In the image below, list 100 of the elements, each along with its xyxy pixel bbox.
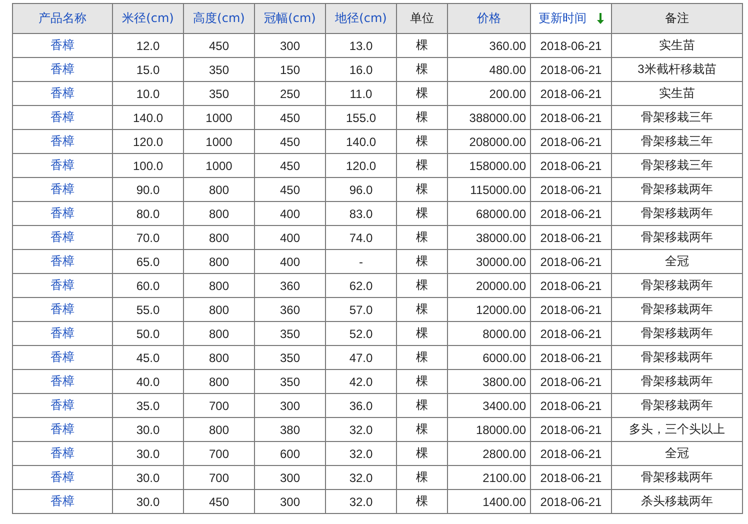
- product-link[interactable]: 香樟: [50, 206, 74, 220]
- product-link[interactable]: 香樟: [50, 326, 74, 340]
- table-cell: 实生苗: [659, 38, 695, 52]
- table-cell: 30.0: [136, 422, 160, 436]
- table-cell: 30000.00: [476, 254, 526, 268]
- table-cell: 36.0: [349, 398, 373, 412]
- table-cell: 2018-06-21: [540, 86, 602, 100]
- product-link[interactable]: 香樟: [50, 398, 74, 412]
- table-cell: 32.0: [349, 446, 373, 460]
- table-cell: 杀头移栽两年: [641, 494, 713, 508]
- sort-link[interactable]: 价格: [477, 11, 501, 25]
- table-cell: 57.0: [349, 302, 373, 316]
- table-cell: 10.0: [136, 86, 160, 100]
- table-cell: 2018-06-21: [540, 278, 602, 292]
- table-cell: 骨架移栽两年: [641, 350, 713, 364]
- table-cell: 2018-06-21: [540, 470, 602, 484]
- product-link[interactable]: 香樟: [50, 446, 74, 460]
- table-cell: 700: [208, 446, 230, 460]
- product-link[interactable]: 香樟: [50, 110, 74, 124]
- table-cell: 2018-06-21: [540, 374, 602, 388]
- table-cell: 棵: [416, 398, 428, 412]
- column-header: 单位: [410, 11, 434, 25]
- table-cell: 380: [280, 422, 300, 436]
- table-cell: 全冠: [665, 446, 689, 460]
- table-cell: 15.0: [136, 62, 160, 76]
- table-cell: 1000: [206, 110, 232, 124]
- table-cell: 棵: [416, 230, 428, 244]
- table-cell: 骨架移栽两年: [641, 302, 713, 316]
- table-cell: 400: [280, 206, 300, 220]
- table-cell: 1000: [206, 158, 232, 172]
- table-cell: 2018-06-21: [540, 350, 602, 364]
- product-link[interactable]: 香樟: [50, 374, 74, 388]
- table-cell: 350: [280, 326, 300, 340]
- table-cell: 棵: [416, 494, 428, 508]
- table-cell: 棵: [416, 158, 428, 172]
- table-cell: 3米截杆移栽苗: [638, 62, 716, 76]
- table-cell: 65.0: [136, 254, 160, 268]
- table-cell: 360: [280, 302, 300, 316]
- table-cell: 2018-06-21: [540, 254, 602, 268]
- table-cell: 250: [280, 86, 300, 100]
- product-link[interactable]: 香樟: [50, 278, 74, 292]
- product-link[interactable]: 香樟: [50, 230, 74, 244]
- table-cell: 1400.00: [482, 494, 526, 508]
- table-cell: 83.0: [349, 206, 373, 220]
- table-cell: 45.0: [136, 350, 160, 364]
- product-link[interactable]: 香樟: [50, 62, 74, 76]
- table-cell: 骨架移栽两年: [641, 206, 713, 220]
- table-cell: 388000.00: [469, 110, 526, 124]
- table-cell: 158000.00: [469, 158, 526, 172]
- table-cell: 全冠: [665, 254, 689, 268]
- table-cell: 实生苗: [659, 86, 695, 100]
- table-cell: 骨架移栽两年: [641, 374, 713, 388]
- product-link[interactable]: 香樟: [50, 494, 74, 508]
- table-cell: 棵: [416, 182, 428, 196]
- table-cell: 800: [208, 254, 230, 268]
- product-link[interactable]: 香樟: [50, 350, 74, 364]
- table-cell: 12.0: [136, 38, 160, 52]
- product-link[interactable]: 香樟: [50, 254, 74, 268]
- table-cell: 450: [208, 494, 230, 508]
- table-cell: 360.00: [489, 38, 526, 52]
- table-cell: 120.0: [132, 134, 164, 148]
- table-cell: 32.0: [349, 422, 373, 436]
- table-cell: 2018-06-21: [540, 206, 602, 220]
- table-cell: 155.0: [346, 110, 376, 124]
- table-cell: 骨架移栽两年: [641, 278, 713, 292]
- table-cell: 300: [280, 398, 300, 412]
- table-cell: 115000.00: [470, 182, 526, 196]
- table-cell: 骨架移栽两年: [641, 398, 713, 412]
- table-cell: 棵: [416, 326, 428, 340]
- table-cell: 62.0: [349, 278, 373, 292]
- table-cell: 2018-06-21: [540, 38, 602, 52]
- product-link[interactable]: 香樟: [50, 422, 74, 436]
- product-link[interactable]: 香樟: [50, 182, 74, 196]
- table-cell: 350: [208, 62, 230, 76]
- table-cell: 208000.00: [469, 134, 526, 148]
- table-cell: 60.0: [136, 278, 160, 292]
- table-cell: 450: [208, 38, 230, 52]
- product-link[interactable]: 香樟: [50, 470, 74, 484]
- table-cell: 300: [280, 38, 300, 52]
- table-cell: 2018-06-21: [540, 494, 602, 508]
- table-cell: 400: [280, 254, 300, 268]
- table-cell: 90.0: [136, 182, 160, 196]
- table-cell: 80.0: [136, 206, 160, 220]
- table-cell: 32.0: [349, 470, 373, 484]
- table-cell: 52.0: [349, 326, 373, 340]
- table-cell: 400: [280, 230, 300, 244]
- table-cell: 30.0: [136, 446, 160, 460]
- table-cell: 骨架移栽两年: [641, 470, 713, 484]
- product-link[interactable]: 香樟: [50, 302, 74, 316]
- table-cell: 2800.00: [482, 446, 526, 460]
- product-link[interactable]: 香樟: [50, 86, 74, 100]
- table-cell: 74.0: [349, 230, 373, 244]
- table-cell: 350: [280, 350, 300, 364]
- product-link[interactable]: 香樟: [50, 158, 74, 172]
- table-cell: 2018-06-21: [540, 158, 602, 172]
- product-link[interactable]: 香樟: [50, 134, 74, 148]
- table-cell: 2018-06-21: [540, 326, 602, 340]
- product-link[interactable]: 香樟: [50, 38, 74, 52]
- table-cell: 96.0: [349, 182, 373, 196]
- table-cell: 6000.00: [482, 350, 526, 364]
